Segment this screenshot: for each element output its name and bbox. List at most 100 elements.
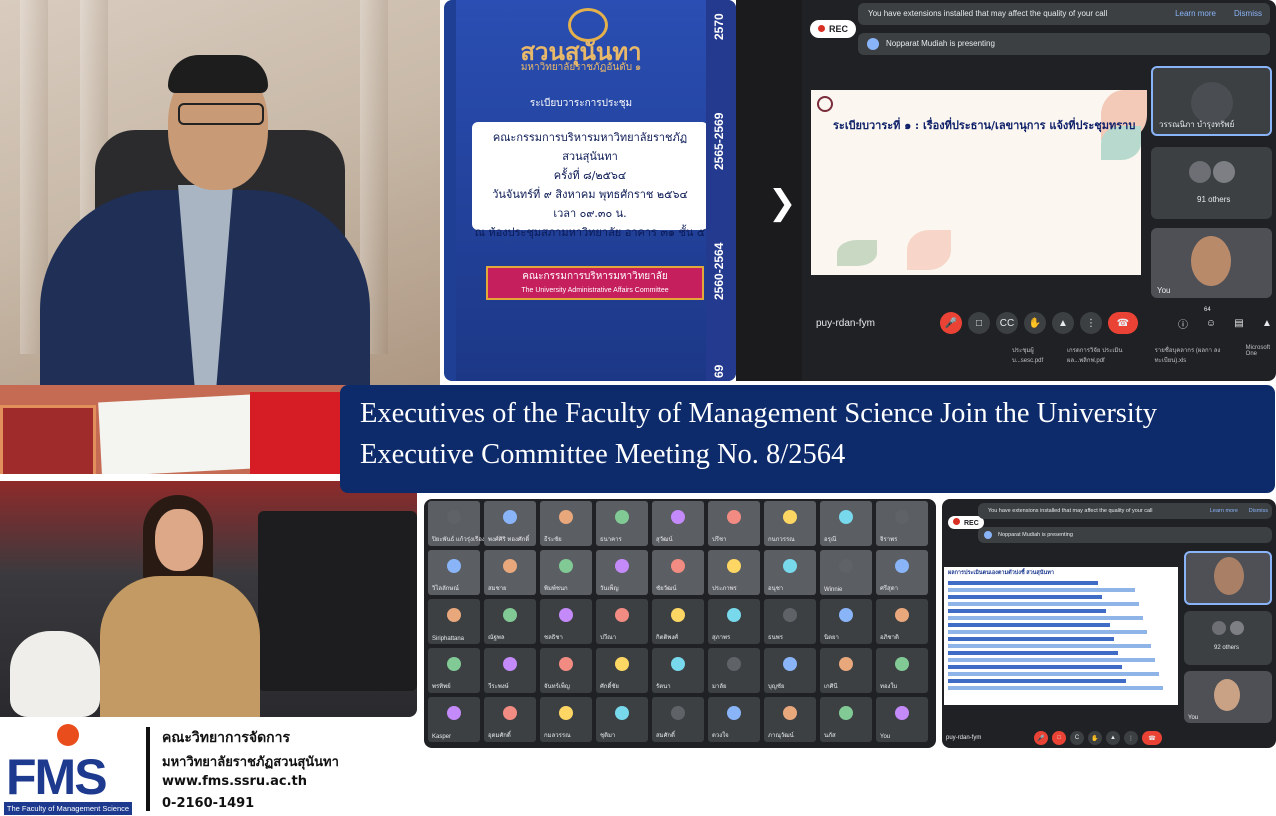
participant-tile[interactable]: วีระพงษ์ xyxy=(484,648,536,693)
participant-tile[interactable]: พงศ์ศิริ ทองศักดิ์ xyxy=(484,501,536,546)
participant-tile[interactable]: Siriphattana xyxy=(428,599,480,644)
participant-tile[interactable]: ปวีณา xyxy=(596,599,648,644)
participant-avatar xyxy=(783,608,797,623)
participant-tile[interactable]: ทองใบ xyxy=(876,648,928,693)
chat-icon[interactable]: ▤ xyxy=(1228,312,1250,334)
file-name[interactable]: เกรดการวิจัย ประเมินผล...พลิกฟ.pdf xyxy=(1067,345,1143,365)
camera-off-icon[interactable]: □ xyxy=(1052,731,1066,745)
participant-tile[interactable]: ธนาคาร xyxy=(596,501,648,546)
participant-tile[interactable]: You xyxy=(876,697,928,742)
participant-tile[interactable]: นิตยา xyxy=(820,599,872,644)
slide-title: ระเบียบวาระที่ ๑ : เรื่องที่ประธาน/เลขาน… xyxy=(833,119,1136,132)
participant-tile[interactable]: ปรีชา xyxy=(708,501,760,546)
others-tile[interactable]: 91 others xyxy=(1151,147,1272,219)
rec-label: REC xyxy=(964,520,979,527)
participant-name: ศักดิ์ชัย xyxy=(600,684,619,690)
end-call-button[interactable]: ☎ xyxy=(1108,312,1138,334)
agenda-document-cover: สวนสุนันทา มหาวิทยาลัยราชภัฏอันดับ ๑ ระเ… xyxy=(444,0,736,381)
self-label: You xyxy=(1188,715,1199,721)
participant-tile[interactable]: ชัยวัฒน์ xyxy=(652,550,704,595)
present-icon[interactable]: ▲ xyxy=(1052,312,1074,334)
chevron-right-icon[interactable]: ❯ xyxy=(768,183,797,223)
participant-tile[interactable]: สุภาพร xyxy=(708,599,760,644)
speaker-tile[interactable] xyxy=(1184,551,1272,605)
info-icon[interactable]: ⓘ xyxy=(1172,312,1194,334)
participant-tile[interactable]: ชลธิชา xyxy=(540,599,592,644)
file-name[interactable]: ประชุมผู้บ...sesc.pdf xyxy=(1012,345,1055,365)
participant-tile[interactable]: มาลัย xyxy=(708,648,760,693)
more-options-icon[interactable]: ⋮ xyxy=(1124,731,1138,745)
participant-avatar xyxy=(615,608,629,623)
participant-tile[interactable]: พรทิพย์ xyxy=(428,648,480,693)
participant-avatar xyxy=(615,657,629,672)
participant-tile[interactable]: Winnie xyxy=(820,550,872,595)
participant-tile[interactable]: ชุติมา xyxy=(596,697,648,742)
participant-tile[interactable]: Kasper xyxy=(428,697,480,742)
meeting-details-box: คณะกรรมการบริหารมหาวิทยาลัยราชภัฏสวนสุนั… xyxy=(472,122,708,239)
participant-tile[interactable]: ธนพร xyxy=(764,599,816,644)
participant-name: ชุติมา xyxy=(600,733,616,739)
learn-more-link[interactable]: Learn more xyxy=(1175,3,1216,25)
more-options-icon[interactable]: ⋮ xyxy=(1080,312,1102,334)
dismiss-button[interactable]: Dismiss xyxy=(1249,503,1268,519)
participant-avatar xyxy=(839,608,853,623)
mic-off-icon[interactable]: 🎤 xyxy=(940,312,962,334)
participant-tile[interactable]: ศักดิ์ชัย xyxy=(596,648,648,693)
participant-tile[interactable]: จันทร์เพ็ญ xyxy=(540,648,592,693)
participant-tile[interactable]: อุดมศักดิ์ xyxy=(484,697,536,742)
participant-tile[interactable]: เกศินี xyxy=(820,648,872,693)
raise-hand-icon[interactable]: ✋ xyxy=(1088,731,1102,745)
participant-tile[interactable]: วันเพ็ญ xyxy=(596,550,648,595)
participant-avatar xyxy=(727,608,741,623)
captions-icon[interactable]: C xyxy=(1070,731,1084,745)
learn-more-link[interactable]: Learn more xyxy=(1210,503,1238,519)
end-call-button[interactable]: ☎ xyxy=(1142,731,1162,745)
participant-tile[interactable]: ดวงใจ xyxy=(708,697,760,742)
participant-avatar xyxy=(1189,161,1211,183)
participant-tile[interactable]: กมลวรรณ xyxy=(540,697,592,742)
dismiss-button[interactable]: Dismiss xyxy=(1234,3,1262,25)
participant-tile[interactable]: อนุชา xyxy=(764,550,816,595)
participant-name: ดวงใจ xyxy=(712,733,729,739)
participant-avatar xyxy=(671,657,685,672)
participant-name: จันทร์เพ็ญ xyxy=(544,684,570,690)
participant-tile[interactable]: บุญชัย xyxy=(764,648,816,693)
participant-tile[interactable]: ปิยะพันธ์ แก้วรุ่งเรือง xyxy=(428,501,485,546)
participant-name: เกศินี xyxy=(824,684,838,690)
others-tile[interactable]: 92 others xyxy=(1184,611,1272,665)
raise-hand-icon[interactable]: ✋ xyxy=(1024,312,1046,334)
participant-name: Siriphattana xyxy=(432,636,465,642)
participant-tile[interactable]: รัตนา xyxy=(652,648,704,693)
activities-icon[interactable]: ▲ xyxy=(1256,312,1276,334)
participant-tile[interactable]: สมศักดิ์ xyxy=(652,697,704,742)
participant-tile[interactable]: จิราพร xyxy=(876,501,928,546)
participant-tile[interactable]: สมชาย xyxy=(484,550,536,595)
participant-tile[interactable]: พิมพ์ชนก xyxy=(540,550,592,595)
website-link[interactable]: www.fms.ssru.ac.th xyxy=(162,774,307,789)
people-icon[interactable]: ☺ xyxy=(1200,312,1222,334)
participant-tile[interactable]: กนกวรรณ xyxy=(764,501,816,546)
warning-text: You have extensions installed that may a… xyxy=(988,508,1153,514)
participant-tile[interactable]: ภาณุวัฒน์ xyxy=(764,697,816,742)
participant-tile[interactable]: ธีระชัย xyxy=(540,501,592,546)
participant-tile[interactable]: กิตติพงศ์ xyxy=(652,599,704,644)
participant-tile[interactable]: สุวัฒน์ xyxy=(652,501,704,546)
participant-name: ณัฐพล xyxy=(488,635,505,641)
participant-tile[interactable]: ณัฐพล xyxy=(484,599,536,644)
file-name[interactable]: Microsoft One xyxy=(1246,345,1276,365)
participant-tile[interactable]: อรุณี xyxy=(820,501,872,546)
participant-tile[interactable]: วรรณนิภา บำรุงทรัพย์ xyxy=(1151,66,1272,136)
side-controls: ⓘ ☺ ▤ ▲ xyxy=(1172,312,1276,334)
present-icon[interactable]: ▲ xyxy=(1106,731,1120,745)
mic-off-icon[interactable]: 🎤 xyxy=(1034,731,1048,745)
camera-icon[interactable]: □ xyxy=(968,312,990,334)
participant-avatar xyxy=(447,608,461,623)
participant-tile[interactable]: นภัส xyxy=(820,697,872,742)
recording-badge: REC xyxy=(948,516,984,529)
file-name[interactable]: รายชื่อบุคลากร (ผลกา ลงทะเบียน).xls xyxy=(1155,345,1234,365)
participant-tile[interactable]: อภิชาติ xyxy=(876,599,928,644)
participant-tile[interactable]: ประภาพร xyxy=(708,550,760,595)
captions-icon[interactable]: CC xyxy=(996,312,1018,334)
participant-tile[interactable]: ศรีสุดา xyxy=(876,550,928,595)
participant-tile[interactable]: วิไลลักษณ์ xyxy=(428,550,480,595)
